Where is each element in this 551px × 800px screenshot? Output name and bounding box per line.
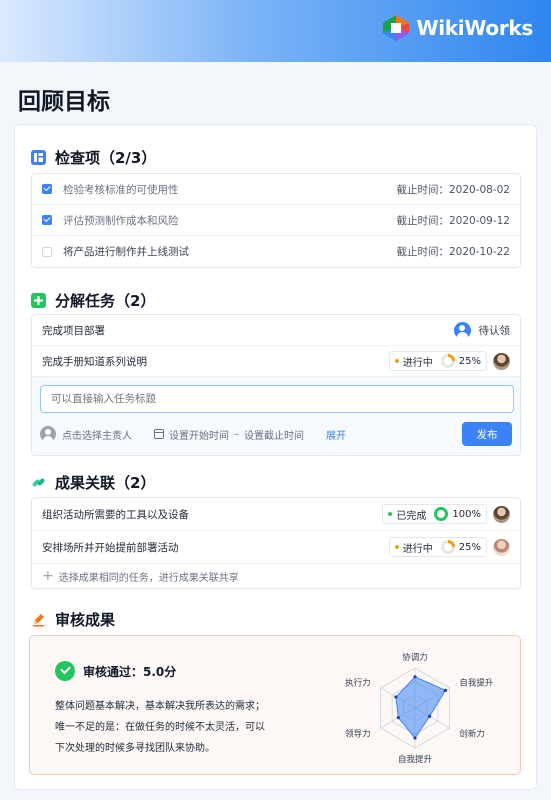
review-result: 审核通过：5.0分 <box>55 661 176 681</box>
task-status-badge: 进行中 25% <box>388 351 487 371</box>
task-row[interactable]: 完成手册知道系列说明 进行中 25% <box>32 346 520 377</box>
radar-point <box>427 714 432 718</box>
pen-icon <box>33 614 44 627</box>
review-comment: 整体问题基本解决，基本解决我所表达的需求； 唯一不足的是：在做任务的时候不太灵活… <box>55 696 305 759</box>
task-assignee-status[interactable]: 待认领 <box>479 323 511 338</box>
checklist-item: 评估预测制作成本和风险 截止时间：2020-09-12 <box>32 205 520 236</box>
task-name: 完成项目部署 <box>42 324 105 337</box>
task-name: 完成手册知道系列说明 <box>42 355 147 368</box>
review-comment-line: 下次处理的时候多寻找团队来协助。 <box>55 743 215 754</box>
assignee-avatar-icon <box>40 426 56 442</box>
result-name: 安排场所并开始提前部署活动 <box>42 541 179 554</box>
radar-point <box>396 716 400 720</box>
brand-name: WikiWorks <box>416 16 533 40</box>
publish-button[interactable]: 发布 <box>462 422 512 446</box>
tasks-section-title: 分解任务（2） <box>31 290 155 311</box>
page-title: 回顾目标 <box>18 89 110 115</box>
radar-point <box>413 675 417 679</box>
checklist-item-text: 将产品进行制作并上线测试 <box>63 246 189 258</box>
review-comment-line: 唯一不足的是：在做任务的时候不太灵活，可以 <box>55 722 265 733</box>
checkbox[interactable] <box>42 184 52 194</box>
progress-ring-icon <box>434 507 449 521</box>
checklist-item: 检验考核标准的可使用性 截止时间：2020-08-02 <box>32 174 520 205</box>
radar-axis-label: 创新力 <box>459 729 485 740</box>
add-task-icon <box>31 293 46 308</box>
start-time-button[interactable]: 设置开始时间 <box>169 427 229 442</box>
result-status-text: 进行中 <box>402 543 433 555</box>
review-score: 审核通过：5.0分 <box>83 664 177 679</box>
results-section-title: 成果关联（2） <box>31 472 155 493</box>
time-separator: – <box>234 428 239 440</box>
checklist-icon <box>31 150 46 165</box>
progress-ring-icon <box>440 354 455 368</box>
checklist-item-deadline: 截止时间：2020-08-02 <box>396 183 510 196</box>
link-icon <box>32 478 45 487</box>
result-status-text: 已完成 <box>396 510 427 522</box>
checklist-item-deadline: 截止时间：2020-09-12 <box>396 214 510 227</box>
tasks-title: 分解任务（2） <box>55 292 156 310</box>
result-row[interactable]: 组织活动所需要的工具以及设备 已完成 100% <box>32 498 520 531</box>
wikiworks-logo-icon <box>383 15 410 41</box>
calendar-icon <box>154 429 164 439</box>
avatar[interactable] <box>493 505 510 523</box>
radar-point <box>394 695 398 699</box>
radar-axis-label: 领导力 <box>345 729 371 740</box>
checklist-item-text: 检验考核标准的可使用性 <box>63 183 179 196</box>
result-status-badge: 进行中 25% <box>388 537 487 557</box>
avatar[interactable] <box>493 538 510 556</box>
review-comment-line: 整体问题基本解决，基本解决我所表达的需求； <box>55 701 265 712</box>
avatar[interactable] <box>493 352 510 370</box>
radar-axis-label: 协调力 <box>402 652 428 663</box>
results-box: 组织活动所需要的工具以及设备 已完成 100% 安排场所并开始提前部署活动 进行… <box>31 497 521 589</box>
task-title-input[interactable] <box>40 385 514 413</box>
app-header: WikiWorks <box>0 0 551 62</box>
end-time-button[interactable]: 设置截止时间 <box>244 427 304 442</box>
result-status-badge: 已完成 100% <box>382 504 487 524</box>
review-panel: 审核通过：5.0分 整体问题基本解决，基本解决我所表达的需求； 唯一不足的是：在… <box>29 635 521 775</box>
radar-point <box>413 736 417 740</box>
progress-ring-icon <box>440 540 455 554</box>
brand-logo[interactable]: WikiWorks <box>382 14 533 42</box>
task-row[interactable]: 完成项目部署 待认领 <box>32 315 520 346</box>
checklist-box: 检验考核标准的可使用性 截止时间：2020-08-02 评估预测制作成本和风险 … <box>31 173 521 268</box>
add-result-link[interactable]: + 选择成果相同的任务，进行成果关联共享 <box>32 564 520 588</box>
result-progress-text: 100% <box>452 508 481 520</box>
task-progress-text: 25% <box>458 355 481 367</box>
radar-point <box>443 688 448 692</box>
status-dot-icon <box>394 545 399 549</box>
status-dot-icon <box>388 512 393 516</box>
review-title: 审核成果 <box>55 611 116 629</box>
check-circle-icon <box>55 661 75 681</box>
checkbox[interactable] <box>42 215 52 225</box>
select-assignee-button[interactable]: 点击选择主责人 <box>62 427 132 442</box>
ability-radar-chart: 协调力自我提升创新力自我提升领导力执行力 <box>345 652 494 765</box>
expand-link[interactable]: 展开 <box>326 427 346 442</box>
user-avatar-icon <box>453 321 471 339</box>
task-status-text: 进行中 <box>402 357 433 369</box>
task-compose-toolbar: 点击选择主责人 设置开始时间 – 设置截止时间 展开 发布 <box>40 422 512 446</box>
result-name: 组织活动所需要的工具以及设备 <box>42 508 189 521</box>
checklist-item: 将产品进行制作并上线测试 截止时间：2020-10-22 <box>32 236 520 267</box>
result-progress-text: 25% <box>458 541 481 553</box>
add-result-label: 选择成果相同的任务，进行成果关联共享 <box>58 572 239 584</box>
results-title: 成果关联（2） <box>55 474 156 492</box>
tasks-box: 完成项目部署 待认领 完成手册知道系列说明 进行中 25% 点击选择主责人 设置… <box>31 314 521 456</box>
plus-icon: + <box>42 568 54 584</box>
radar-axis-label: 自我提升 <box>398 754 433 765</box>
checklist-section-title: 检查项（2/3） <box>31 147 156 168</box>
status-dot-icon <box>394 359 399 363</box>
review-section-title: 审核成果 <box>31 609 115 630</box>
radar-axis-label: 执行力 <box>345 677 371 688</box>
task-compose-panel: 点击选择主责人 设置开始时间 – 设置截止时间 展开 发布 <box>32 377 520 455</box>
checklist-item-deadline: 截止时间：2020-10-22 <box>396 246 510 258</box>
radar-axis-label: 自我提升 <box>459 677 494 688</box>
result-row[interactable]: 安排场所并开始提前部署活动 进行中 25% <box>32 531 520 564</box>
checklist-title: 检查项（2/3） <box>55 149 157 167</box>
checklist-item-text: 评估预测制作成本和风险 <box>63 214 179 227</box>
checkbox[interactable] <box>42 246 52 257</box>
goal-review-card: 检查项（2/3） 检验考核标准的可使用性 截止时间：2020-08-02 评估预… <box>14 124 537 790</box>
